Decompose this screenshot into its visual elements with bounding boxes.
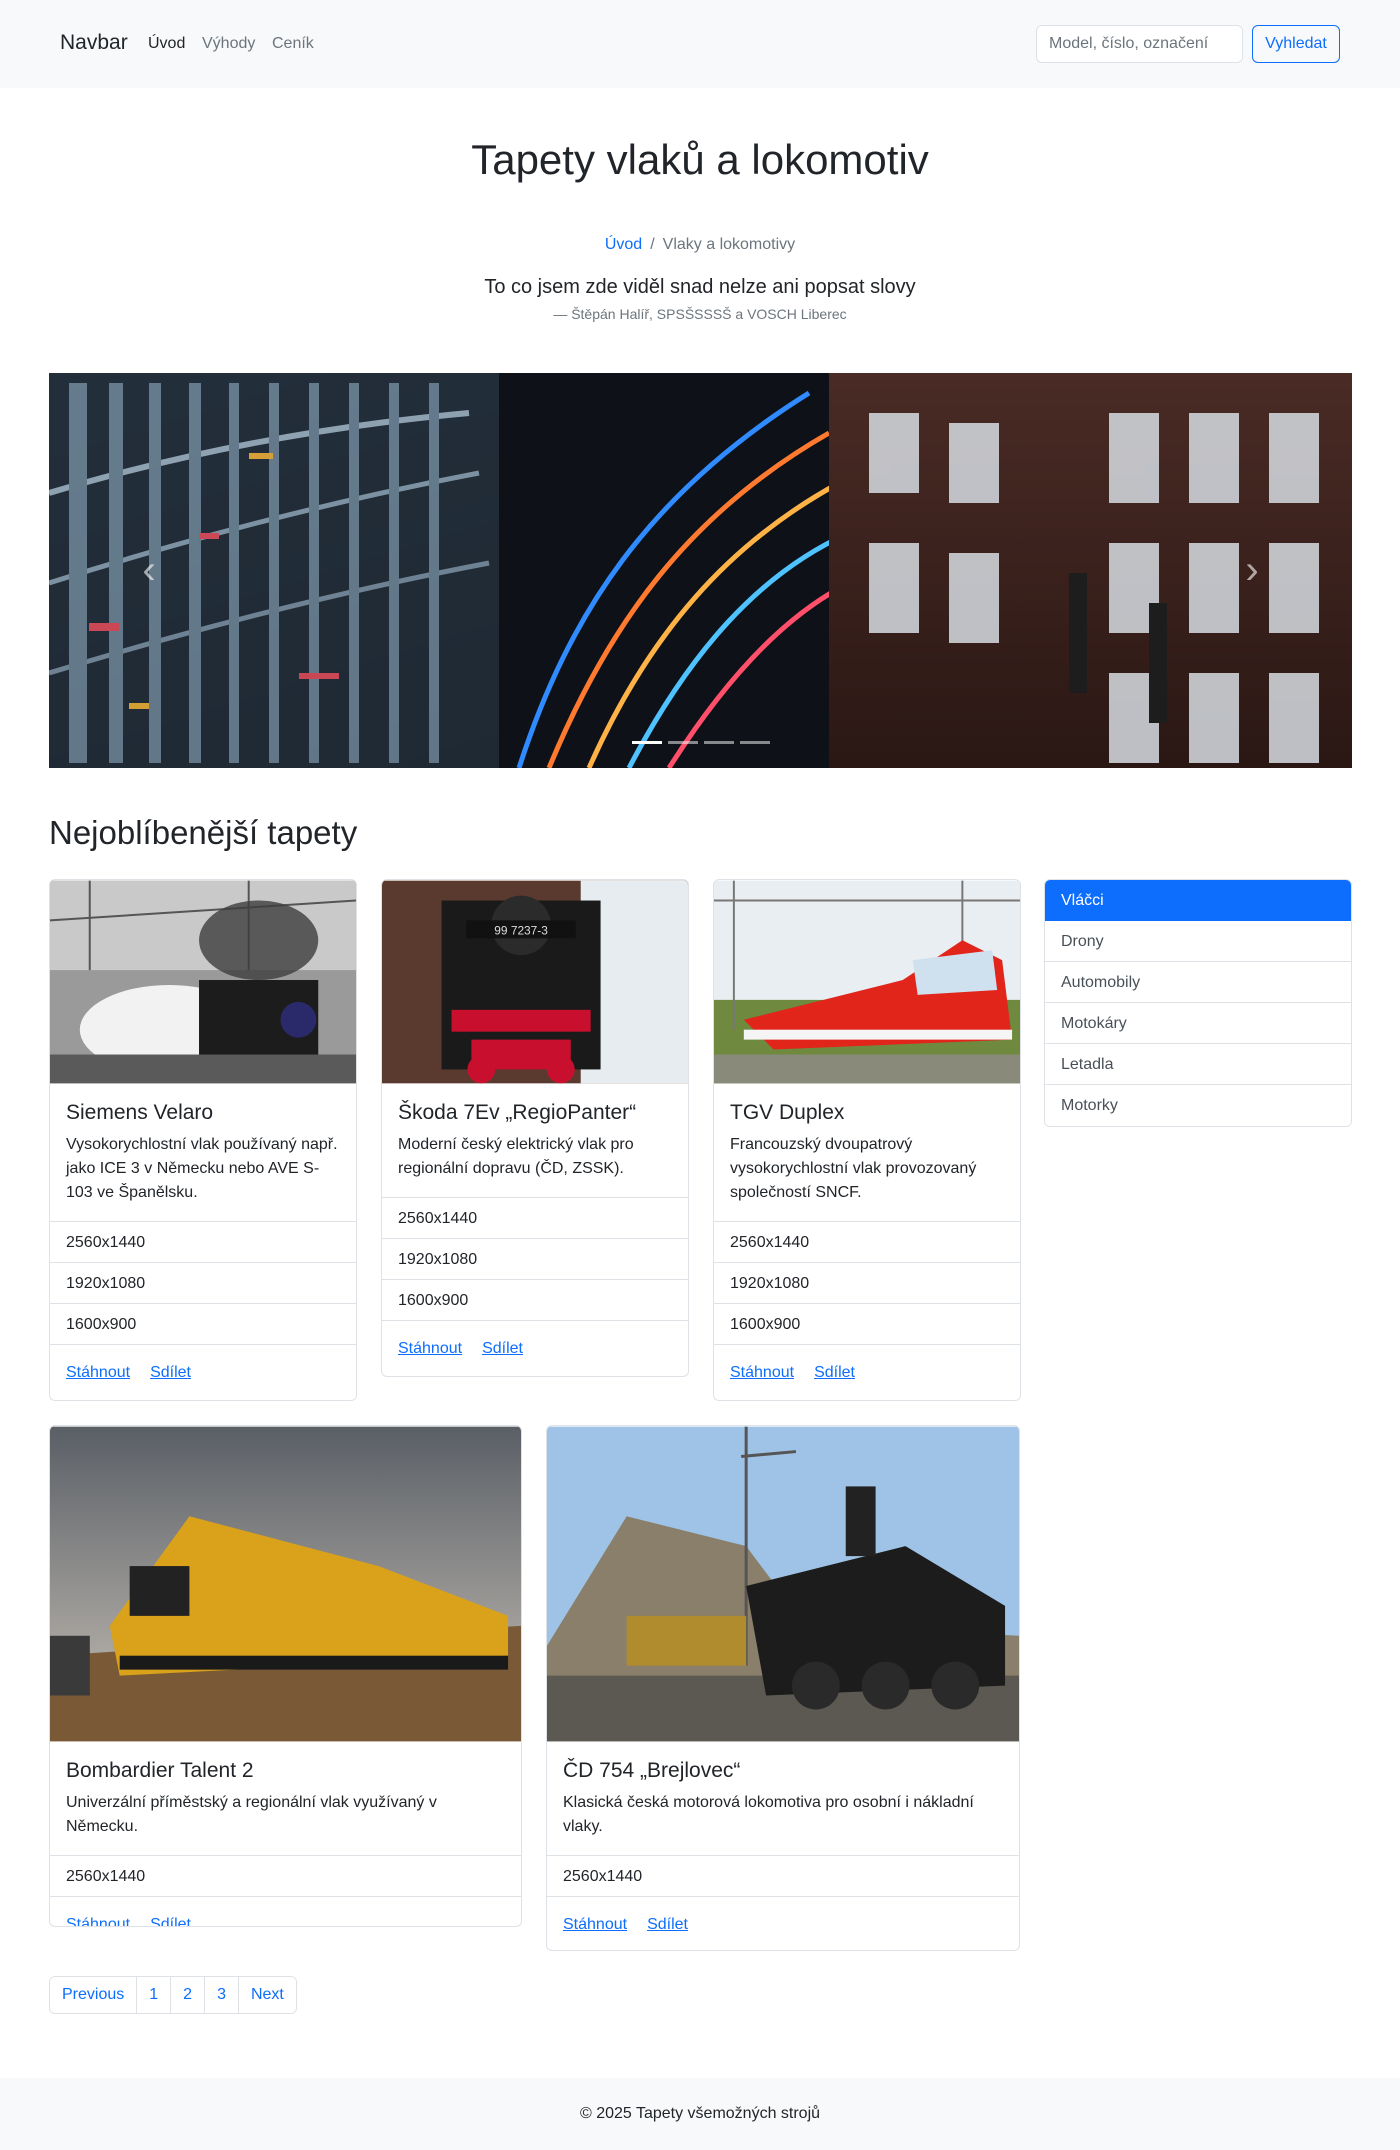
category-item-letadla[interactable]: Letadla: [1045, 1044, 1351, 1085]
resolution-list: 2560x1440 1920x1080 1600x900: [382, 1197, 688, 1322]
resolution-item: 2560x1440: [714, 1222, 1020, 1264]
pagination: Previous 1 2 3 Next: [49, 1976, 297, 2014]
page-title: Tapety vlaků a lokomotiv: [471, 136, 929, 183]
navbar-brand[interactable]: Navbar: [60, 31, 128, 55]
carousel-indicator[interactable]: [703, 741, 734, 744]
resolution-item: 1600x900: [50, 1304, 356, 1346]
card-title: TGV Duplex: [730, 1101, 845, 1124]
share-link[interactable]: Sdílet: [150, 1364, 191, 1382]
resolution-list: 2560x1440: [50, 1855, 521, 1898]
carousel-prev-icon[interactable]: ‹: [89, 373, 209, 768]
section-title: Nejoblíbenější tapety: [49, 814, 358, 851]
carousel-indicators: [49, 741, 1352, 744]
card-title: ČD 754 „Brejlovec“: [563, 1759, 741, 1782]
share-link[interactable]: Sdílet: [150, 1916, 191, 1926]
nav-link-uvod[interactable]: Úvod: [148, 35, 185, 53]
card-image: [50, 1426, 521, 1742]
pagination-previous[interactable]: Previous: [50, 1977, 138, 2013]
breadcrumb-home-link[interactable]: Úvod: [605, 236, 642, 253]
pagination-page-1[interactable]: 1: [137, 1977, 172, 2013]
navbar: Navbar Úvod Výhody Ceník Vyhledat: [0, 0, 1400, 88]
search-button[interactable]: Vyhledat: [1252, 25, 1340, 63]
share-link[interactable]: Sdílet: [647, 1916, 688, 1934]
card-title: Bombardier Talent 2: [66, 1759, 254, 1782]
card-text: Univerzální příměstský a regionální vlak…: [66, 1794, 437, 1836]
card-title: Siemens Velaro: [66, 1101, 214, 1124]
wallpaper-card: Siemens Velaro Vysokorychlostní vlak pou…: [49, 879, 357, 1401]
carousel-indicator[interactable]: [667, 741, 698, 744]
wallpaper-card: Bombardier Talent 2 Univerzální příměsts…: [49, 1425, 522, 1927]
card-title: Škoda 7Ev „RegioPanter“: [398, 1101, 637, 1124]
footer-text: © 2025 Tapety všemožných strojů: [579, 2105, 821, 2122]
footer: © 2025 Tapety všemožných strojů: [0, 2078, 1400, 2150]
resolution-list: 2560x1440: [547, 1855, 1019, 1898]
category-item-vlacci[interactable]: Vláčci: [1045, 880, 1351, 921]
card-image: [547, 1426, 1019, 1742]
card-text: Vysokorychlostní vlak používaný např. ja…: [66, 1136, 338, 1202]
hero-quote: To co jsem zde viděl snad nelze ani pops…: [484, 276, 916, 298]
breadcrumb: Úvod / Vlaky a lokomotivy: [0, 236, 1400, 254]
pagination-page-2[interactable]: 2: [171, 1977, 206, 2013]
hero-quote-author: — Štěpán Halíř, SPSŠSSSŠ a VOSCH Liberec: [553, 306, 847, 322]
wallpaper-card: TGV Duplex Francouzský dvoupatrový vysok…: [713, 879, 1021, 1401]
nav-link-cenik[interactable]: Ceník: [272, 35, 314, 53]
resolution-list: 2560x1440 1920x1080 1600x900: [714, 1221, 1020, 1346]
card-image: [50, 880, 356, 1084]
resolution-item: 2560x1440: [547, 1856, 1019, 1898]
card-text: Klasická česká motorová lokomotiva pro o…: [563, 1794, 974, 1836]
card-image: 99 7237-3: [382, 880, 688, 1084]
svg-text:99 7237-3: 99 7237-3: [494, 923, 548, 937]
resolution-item: 2560x1440: [382, 1198, 688, 1240]
wallpaper-card: ČD 754 „Brejlovec“ Klasická česká motoro…: [546, 1425, 1020, 1951]
category-item-drony[interactable]: Drony: [1045, 921, 1351, 962]
search-input[interactable]: [1036, 25, 1243, 63]
resolution-item: 1600x900: [382, 1280, 688, 1322]
download-link[interactable]: Stáhnout: [66, 1364, 130, 1382]
carousel-indicator[interactable]: [631, 741, 662, 744]
resolution-item: 1600x900: [714, 1304, 1020, 1346]
carousel-indicator[interactable]: [739, 741, 770, 744]
category-item-automobily[interactable]: Automobily: [1045, 962, 1351, 1003]
card-image: [714, 880, 1020, 1084]
hero-carousel: ‹ ›: [49, 373, 1352, 768]
category-item-motokary[interactable]: Motokáry: [1045, 1003, 1351, 1044]
wallpaper-card: 99 7237-3 Škoda 7Ev „RegioPanter“ Modern…: [381, 879, 689, 1377]
resolution-item: 1920x1080: [50, 1263, 356, 1305]
category-item-motorky[interactable]: Motorky: [1045, 1085, 1351, 1126]
download-link[interactable]: Stáhnout: [66, 1916, 130, 1926]
resolution-list: 2560x1440 1920x1080 1600x900: [50, 1221, 356, 1346]
category-list: Vláčci Drony Automobily Motokáry Letadla…: [1044, 879, 1352, 1127]
share-link[interactable]: Sdílet: [482, 1340, 523, 1358]
nav-link-vyhody[interactable]: Výhody: [202, 35, 255, 53]
carousel-next-icon[interactable]: ›: [1192, 373, 1312, 768]
resolution-item: 1920x1080: [714, 1263, 1020, 1305]
pagination-page-3[interactable]: 3: [205, 1977, 239, 2013]
carousel-slide-image: [49, 373, 1352, 768]
pagination-next[interactable]: Next: [238, 1977, 296, 2013]
resolution-item: 2560x1440: [50, 1222, 356, 1264]
card-text: Moderní český elektrický vlak pro region…: [398, 1136, 634, 1178]
breadcrumb-current: Vlaky a lokomotivy: [662, 236, 796, 253]
download-link[interactable]: Stáhnout: [563, 1916, 627, 1934]
resolution-item: 1920x1080: [382, 1239, 688, 1281]
share-link[interactable]: Sdílet: [814, 1364, 855, 1382]
download-link[interactable]: Stáhnout: [398, 1340, 462, 1358]
resolution-item: 2560x1440: [50, 1856, 521, 1898]
download-link[interactable]: Stáhnout: [730, 1364, 794, 1382]
card-text: Francouzský dvoupatrový vysokorychlostní…: [730, 1136, 977, 1202]
breadcrumb-separator: /: [650, 236, 655, 253]
